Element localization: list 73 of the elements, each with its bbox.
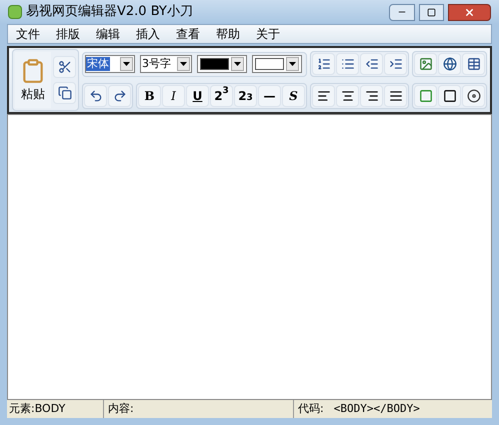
dropdown-arrow-icon [289,62,296,66]
subscript-button[interactable]: 2$_{3}$ [234,84,257,106]
superscript-button[interactable]: 2$^{3}$ [210,84,233,106]
outdent-icon [364,57,378,71]
square-icon [442,89,456,103]
maximize-button[interactable] [419,4,444,20]
italic-button[interactable]: I [162,84,185,106]
dropdown-arrow-icon [123,62,130,66]
menu-item[interactable]: 帮助 [216,25,240,43]
outdent-button[interactable] [360,53,383,75]
insert-image-button[interactable] [414,53,437,75]
insert-table-button[interactable] [462,53,485,75]
align-left-icon [316,89,330,103]
justify-button[interactable] [384,85,407,107]
align-right-button[interactable] [360,85,383,107]
close-button[interactable] [448,4,491,20]
dropdown-arrow-button[interactable] [286,57,299,71]
undo-button[interactable] [84,84,107,106]
redo-icon [112,88,126,102]
status-code-label: 代码: [298,401,324,417]
dropdown-arrow-icon [234,62,242,66]
dropdown-arrow-button[interactable] [120,57,133,71]
menu-item[interactable]: 编辑 [96,25,120,43]
status-content: 内容: [104,400,294,418]
dropdown-arrow-icon [180,62,187,66]
indent-button[interactable] [384,53,407,75]
redo-button[interactable] [108,84,131,106]
horizontal-rule-button[interactable]: — [258,84,281,106]
numbered-list-icon [316,57,330,71]
align-center-button[interactable] [336,85,359,107]
align-left-button[interactable] [312,85,335,107]
scissors-icon [58,60,72,74]
bold-button[interactable]: B [138,84,161,106]
undo-icon [88,88,102,102]
strikethrough-button[interactable]: S [282,84,305,106]
square-icon [418,89,432,103]
cut-button[interactable] [53,56,76,78]
dropdown-arrow-button[interactable] [231,57,244,71]
bullet-list-icon [340,57,354,71]
menu-item[interactable]: 查看 [176,25,200,43]
status-code: <BODY></BODY> [334,401,420,417]
text-color-select[interactable] [197,55,247,73]
menu-item[interactable]: 排版 [56,25,80,43]
numbered-list-button[interactable] [312,53,335,75]
insert-box-button[interactable] [438,85,461,107]
window-title: 易视网页编辑器V2.0 BY小刀 [26,3,193,22]
align-center-icon [340,89,354,103]
insert-link-button[interactable] [438,53,461,75]
dropdown-arrow-button[interactable] [177,57,190,71]
globe-icon [442,57,456,71]
menu-item[interactable]: 关于 [256,25,280,43]
font-size-select[interactable]: 3号字 [140,55,192,73]
copy-icon [58,86,72,100]
font-select[interactable]: 宋体 [85,55,135,73]
menu-item[interactable]: 插入 [136,25,160,43]
bullet-list-button[interactable] [336,53,359,75]
close-icon [464,6,475,18]
insert-frame-button[interactable] [414,85,437,107]
background-color-select[interactable] [252,55,302,73]
align-right-icon [364,89,378,103]
disc-icon [466,89,480,103]
image-icon [418,57,432,71]
insert-media-button[interactable] [462,85,485,107]
paste-button[interactable]: 粘贴 [15,52,51,108]
table-icon [466,57,480,71]
app-icon [8,5,22,19]
justify-icon [388,89,402,103]
status-element: 元素:BODY [7,400,104,418]
copy-button[interactable] [53,82,76,104]
menu-item[interactable]: 文件 [16,25,40,43]
underline-button[interactable]: U [186,84,209,106]
indent-icon [388,57,402,71]
maximize-icon [427,8,436,16]
